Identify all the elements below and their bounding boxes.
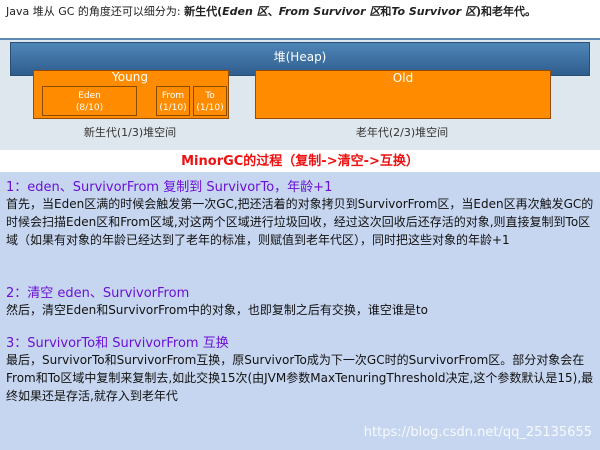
from-ratio: (1/10)	[159, 103, 187, 113]
section-1: 1：eden、SurvivorFrom 复制到 SurvivorTo，年龄+1 …	[6, 176, 594, 249]
old-generation-box: Old	[255, 70, 551, 119]
section-1-body: 首先，当Eden区满的时候会触发第一次GC,把还活着的对象拷贝到Survivor…	[6, 197, 594, 247]
from-name: From	[161, 91, 185, 101]
eden-name: Eden	[78, 91, 101, 101]
section-2: 2：清空 eden、SurvivorFrom 然后，清空Eden和Survivo…	[6, 282, 594, 319]
minorgc-title: MinorGC的过程（复制->清空->互换）	[181, 154, 419, 169]
intro-eden: Eden 区	[222, 5, 268, 18]
section-2-title: 2：清空 eden、SurvivorFrom	[6, 286, 190, 301]
section-1-title: 1：eden、SurvivorFrom 复制到 SurvivorTo，年龄+1	[6, 180, 333, 195]
intro-new-gen: 新生代	[184, 5, 218, 18]
intro-and-old: 和老年代	[480, 5, 525, 18]
eden-ratio: (8/10)	[75, 103, 104, 113]
section-3-title: 3：SurvivorTo和 SurvivorFrom 互换	[6, 336, 229, 351]
intro-text: Java 堆从 GC 的角度还可以细分为: 新生代(Eden 区、From Su…	[0, 0, 600, 40]
section-3: 3：SurvivorTo和 SurvivorFrom 互换 最后，Survivo…	[6, 332, 594, 405]
young-caption: 新生代(1/3)堆空间	[83, 126, 177, 139]
intro-prefix: Java 堆从 GC 的角度还可以细分为:	[6, 5, 185, 18]
intro-to: To Survivor 区	[391, 5, 476, 18]
intro-and: 和	[380, 5, 392, 18]
to-name: To	[205, 91, 215, 101]
section-3-body: 最后，SurvivorTo和SurvivorFrom互换，原SurvivorTo…	[6, 353, 594, 403]
watermark: https://blog.csdn.net/qq_25135655	[363, 425, 592, 440]
young-label: Young	[112, 70, 148, 84]
to-ratio: (1/10)	[196, 103, 224, 113]
old-caption: 老年代(2/3)堆空间	[355, 126, 449, 139]
process-panel: 1：eden、SurvivorFrom 复制到 SurvivorTo，年龄+1 …	[0, 172, 600, 450]
intro-from: From Survivor 区	[278, 5, 381, 18]
eden-cell: Eden (8/10)	[42, 86, 137, 116]
intro-period: 。	[524, 5, 536, 18]
from-cell: From (1/10)	[156, 86, 190, 116]
to-cell: To (1/10)	[193, 86, 227, 116]
section-2-body: 然后，清空Eden和SurvivorFrom中的对象，也即复制之后有交换，谁空谁…	[6, 303, 428, 317]
intro-sep: 、	[267, 5, 279, 18]
